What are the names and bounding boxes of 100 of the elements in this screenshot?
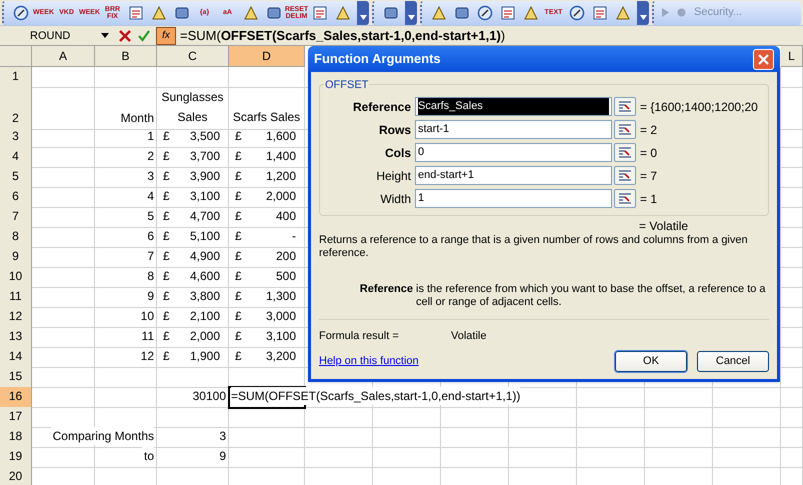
table-cell <box>373 407 441 428</box>
column-header[interactable]: L <box>781 46 803 67</box>
table-cell <box>32 387 95 408</box>
dropdown-arrow-icon[interactable] <box>408 14 414 20</box>
toolbar-icon[interactable] <box>242 4 258 20</box>
toolbar-icon[interactable] <box>12 4 28 20</box>
cell-text: 3,500 <box>190 128 220 145</box>
check-icon[interactable] <box>138 30 150 42</box>
currency-symbol: £ <box>235 288 242 305</box>
currency-symbol: £ <box>163 288 170 305</box>
argument-input[interactable]: 0 <box>415 143 612 162</box>
table-cell <box>441 427 509 448</box>
toolbar-icon[interactable] <box>476 4 492 20</box>
toolbar-icon[interactable] <box>382 4 398 20</box>
toolbar-icon[interactable] <box>150 4 166 20</box>
table-cell: 3 <box>157 427 229 448</box>
toolbar-icon[interactable] <box>500 4 516 20</box>
column-header[interactable]: C <box>157 46 229 67</box>
cell-text: 3,900 <box>190 168 220 185</box>
formula-result-value: Volatile <box>451 329 486 344</box>
argument-input[interactable]: end-start+1 <box>415 166 612 185</box>
row-header[interactable]: 14 <box>0 347 32 368</box>
close-button[interactable] <box>753 48 774 70</box>
column-header[interactable]: B <box>95 46 157 67</box>
row-header[interactable]: 4 <box>0 147 32 168</box>
row-header[interactable]: 3 <box>0 127 32 148</box>
function-result: = Volatile <box>639 219 690 233</box>
row-header[interactable]: 6 <box>0 187 32 208</box>
row-header[interactable]: 20 <box>0 467 32 485</box>
row-header[interactable]: 12 <box>0 307 32 328</box>
table-cell: 8 <box>95 267 157 288</box>
row-header[interactable]: 5 <box>0 167 32 188</box>
toolbar-icon[interactable] <box>266 4 282 20</box>
row-header[interactable]: 8 <box>0 227 32 248</box>
formula-text[interactable]: =SUM(OFFSET(Scarfs_Sales,start-1,0,end-start+1,1)) <box>180 26 506 46</box>
currency-symbol: £ <box>163 148 170 165</box>
table-cell: 9 <box>157 447 229 468</box>
currency-symbol: £ <box>163 348 170 365</box>
row-header[interactable]: 9 <box>0 247 32 268</box>
collapse-dialog-button[interactable] <box>614 166 636 185</box>
toolbar-icon[interactable] <box>430 4 446 20</box>
row-header[interactable]: 17 <box>0 407 32 428</box>
collapse-dialog-button[interactable] <box>614 97 636 116</box>
cell-text: 500 <box>276 268 296 285</box>
table-cell: Scarfs Sales <box>229 87 305 130</box>
table-cell <box>577 407 645 428</box>
row-header[interactable]: 10 <box>0 267 32 288</box>
cell-text[interactable]: =SUM(OFFSET(Scarfs_Sales,start-1,0,end-start+1,1)) <box>231 387 520 405</box>
collapse-dialog-button[interactable] <box>614 189 636 208</box>
cell-text: 2,000 <box>190 328 220 345</box>
toolbar-icon[interactable] <box>522 4 538 20</box>
currency-symbol: £ <box>163 168 170 185</box>
help-link[interactable]: Help on this function <box>319 352 419 370</box>
row-header[interactable]: 19 <box>0 447 32 468</box>
toolbar-icon[interactable] <box>334 4 350 20</box>
table-cell: 30100 <box>157 387 229 408</box>
table-cell <box>713 387 781 408</box>
row-header[interactable]: 13 <box>0 327 32 348</box>
row-header[interactable]: 18 <box>0 427 32 448</box>
column-header[interactable]: A <box>32 46 95 67</box>
dropdown-arrow-icon[interactable] <box>360 14 366 20</box>
argument-input[interactable]: Scarfs_Sales <box>415 97 612 116</box>
row-header[interactable]: 1 <box>0 67 32 88</box>
cancel-button[interactable]: Cancel <box>697 350 769 372</box>
collapse-dialog-button[interactable] <box>614 143 636 162</box>
argument-input[interactable]: start-1 <box>415 120 612 139</box>
cell-text: 3,100 <box>190 188 220 205</box>
collapse-dialog-button[interactable] <box>614 120 636 139</box>
toolbar-icon[interactable] <box>128 4 144 20</box>
row-header[interactable]: 15 <box>0 367 32 388</box>
table-cell <box>577 447 645 468</box>
table-cell: 5 <box>95 207 157 228</box>
toolbar-icon[interactable] <box>592 4 608 20</box>
toolbar-icon[interactable] <box>454 4 470 20</box>
row-header[interactable]: 7 <box>0 207 32 228</box>
toolbar-icon[interactable] <box>614 4 630 20</box>
column-header[interactable]: D <box>229 46 305 67</box>
dropdown-arrow-icon[interactable] <box>101 33 109 38</box>
table-cell: 4 <box>95 187 157 208</box>
cell-text: 3,800 <box>190 288 220 305</box>
toolbar-icon[interactable] <box>312 4 328 20</box>
table-cell <box>305 447 373 468</box>
row-header[interactable]: 2 <box>0 87 32 130</box>
currency-symbol: £ <box>235 228 242 245</box>
table-cell: 11 <box>95 327 157 348</box>
argument-input[interactable]: 1 <box>415 189 612 208</box>
toolbar-icon[interactable] <box>568 4 584 20</box>
argument-label: Cols <box>384 144 412 162</box>
table-cell <box>781 387 803 408</box>
cell-text: 2,000 <box>266 188 296 205</box>
argument-label: Width <box>379 190 412 208</box>
insert-function-button[interactable]: fx <box>156 26 176 44</box>
currency-symbol: £ <box>163 268 170 285</box>
cancel-icon[interactable] <box>119 30 131 42</box>
ok-button[interactable]: OK <box>615 350 687 372</box>
row-header[interactable]: 16 <box>0 387 32 408</box>
cell-text: 4,700 <box>190 208 220 225</box>
dropdown-arrow-icon[interactable] <box>640 14 646 20</box>
toolbar-icon[interactable] <box>174 4 190 20</box>
row-header[interactable]: 11 <box>0 287 32 308</box>
